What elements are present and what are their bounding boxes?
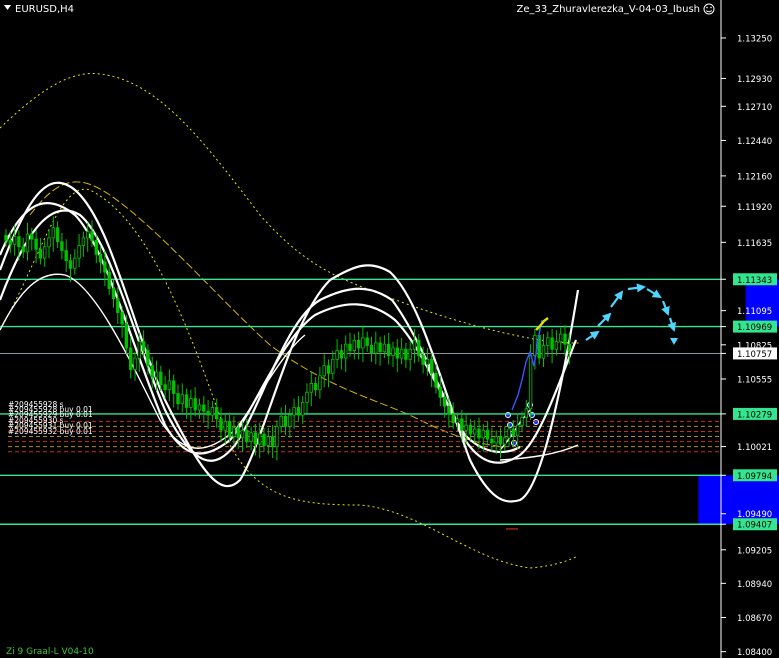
order-labels: #209455928 s#209455928 buy 0.01#20945592… (8, 400, 93, 436)
svg-text:1.10279: 1.10279 (737, 410, 772, 420)
svg-text:1.12710: 1.12710 (737, 103, 772, 113)
price-chart[interactable]: 1.13250 1.12930 1.12710 1.12440 1.12160 1.119… (0, 0, 779, 658)
svg-text:1.12930: 1.12930 (737, 75, 772, 85)
order-label: #209455932 buy 0.01 (8, 427, 93, 436)
svg-text:1.09407: 1.09407 (737, 521, 772, 531)
svg-text:1.08940: 1.08940 (737, 580, 772, 590)
svg-text:1.10757: 1.10757 (737, 350, 772, 360)
svg-text:1.11920: 1.11920 (737, 203, 772, 213)
svg-text:1.13250: 1.13250 (737, 34, 772, 44)
svg-text:1.12440: 1.12440 (737, 137, 772, 147)
svg-text:1.10969: 1.10969 (737, 323, 772, 333)
signal-dot (504, 411, 512, 419)
svg-text:1.10555: 1.10555 (737, 375, 772, 385)
svg-text:1.11095: 1.11095 (737, 307, 772, 317)
svg-text:1.09794: 1.09794 (737, 472, 772, 482)
svg-text:1.08400: 1.08400 (737, 648, 772, 658)
signal-dot (532, 418, 540, 426)
svg-text:1.10021: 1.10021 (737, 443, 772, 453)
footer-label: Zi 9 Graal-L V04-10 (6, 647, 94, 657)
svg-text:1.12160: 1.12160 (737, 172, 772, 182)
symbol-label: EURUSD,H4 (15, 4, 74, 15)
zone-box-0 (745, 279, 779, 327)
chart-background (0, 0, 779, 658)
svg-text:1.09205: 1.09205 (737, 546, 772, 556)
svg-text:1.08670: 1.08670 (737, 614, 772, 624)
svg-text:1.11343: 1.11343 (737, 276, 772, 286)
indicator-label: Ze_33_Zhuravlerezka_V-04-03_Ibush (517, 4, 700, 15)
svg-text:1.11635: 1.11635 (737, 239, 772, 249)
